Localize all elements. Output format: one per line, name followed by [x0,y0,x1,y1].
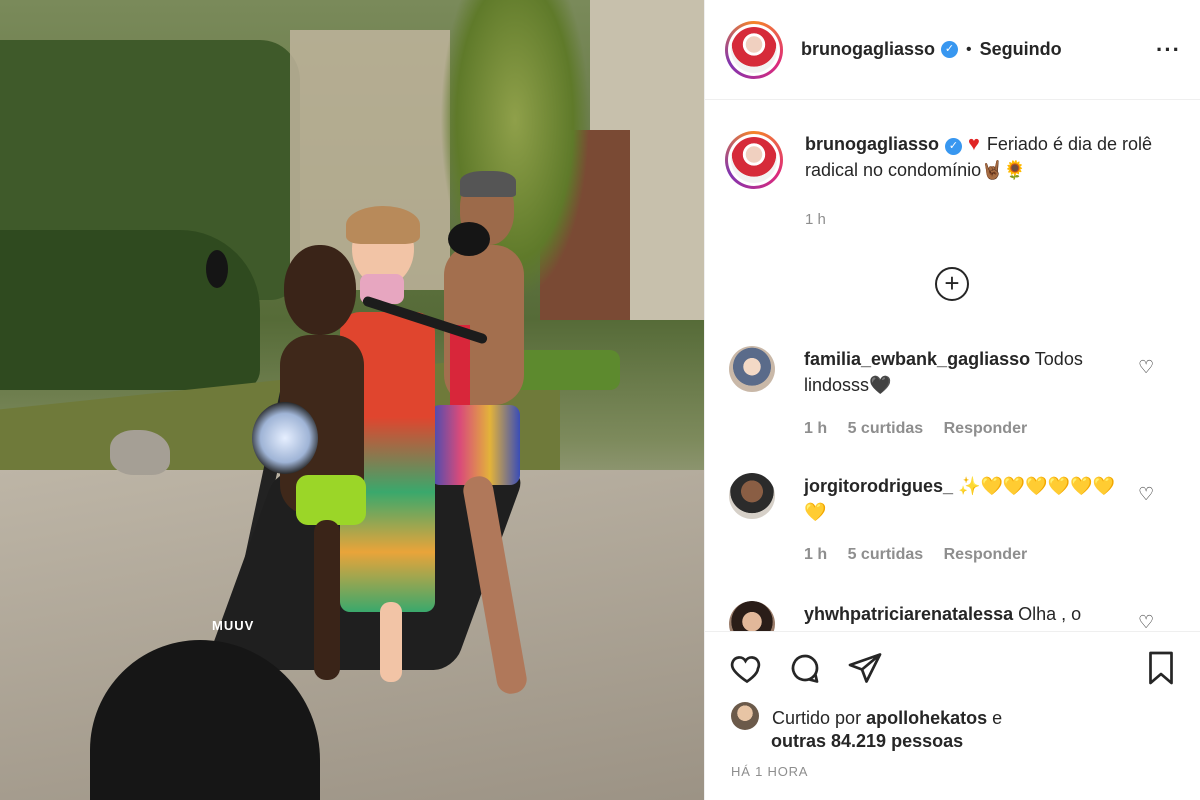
send-outline-svg [848,653,882,683]
man-leg [461,474,529,696]
load-more-comments-icon[interactable]: + [935,267,969,301]
likes-others-line: outras 84.219 pessoas [771,728,963,754]
comment-avatar[interactable] [729,601,775,631]
scooter-brand-label: MUUV [212,618,255,633]
scooter-mirror-left [206,250,228,288]
boy-leg [314,520,340,680]
likes-others-link[interactable]: outras 84.219 pessoas [771,731,963,751]
comment-like-icon[interactable]: ♡ [1138,485,1158,503]
comment-like-icon[interactable]: ♡ [1138,358,1158,376]
avatar-image [731,137,777,183]
man-hair [460,171,516,197]
comment-meta: 1 h 5 curtidas Responder [804,420,1043,438]
instagram-post: MUUV brunogagliasso ✓ • Seguindo ··· bru… [0,0,1200,800]
avatar-image [731,26,777,73]
comment-username[interactable]: familia_ewbank_gagliasso [804,349,1030,369]
post-photo[interactable]: MUUV [0,0,704,800]
like-heart-icon[interactable] [729,650,765,686]
comment-avatar[interactable] [729,473,775,519]
comment-time[interactable]: 1 h [804,546,827,563]
author-username[interactable]: brunogagliasso [801,39,935,60]
comment-item: familia_ewbank_gagliasso Todos lindosss🖤… [725,346,1185,446]
liker-username[interactable]: apollohekatos [866,708,987,728]
comment-likes-count[interactable]: 5 curtidas [848,420,924,437]
comments-scroll-area[interactable]: brunogagliasso ✓ ♥ Feriado é dia de rolê r… [705,101,1200,631]
photo-man [430,171,529,715]
comment-item: yhwhpatriciarenatalessa Olha , o ♡ [725,601,1185,631]
girl-leg [380,602,402,682]
verified-badge-icon: ✓ [945,138,963,155]
caption-emoji: 🤘🏾🌻 [981,160,1026,180]
comment-username[interactable]: yhwhpatriciarenatalessa [804,604,1013,624]
avatar-inner [728,134,780,186]
comment-meta: 1 h 5 curtidas Responder [804,546,1043,564]
comment-reply-button[interactable]: Responder [944,420,1028,437]
red-heart-icon: ♥ [968,133,980,155]
liker-avatar[interactable] [731,702,759,730]
heart-outline-svg [730,656,761,684]
comment-item: jorgitorodrigues_ ✨💛💛💛💛💛💛💛 ♡ 1 h 5 curti… [725,473,1185,573]
save-bookmark-icon[interactable] [1143,650,1179,686]
comment-text-block: familia_ewbank_gagliasso Todos lindosss🖤 [804,346,1134,398]
comment-like-icon[interactable]: ♡ [1138,613,1158,631]
boy-shorts [296,475,366,525]
separator-dot: • [966,40,972,58]
scooter-mirror-right [448,222,490,256]
post-actions-section: Curtido por apollohekatos e outras 84.21… [705,631,1200,800]
share-send-icon[interactable] [847,650,883,686]
comment-avatar[interactable] [729,346,775,392]
comment-reply-button[interactable]: Responder [944,546,1028,563]
avatar-inner [728,23,780,76]
likes-connector: e [992,708,1003,728]
author-avatar[interactable] [725,20,783,79]
photo-rock [110,430,170,475]
post-header: brunogagliasso ✓ • Seguindo ··· [705,0,1200,100]
caption-author-avatar[interactable] [725,131,783,189]
action-icon-bar [729,650,1179,690]
post-caption: brunogagliasso ✓ ♥ Feriado é dia de rolê r… [725,131,1185,189]
girl-hair [346,206,420,244]
verified-badge-icon: ✓ [941,41,959,58]
more-options-icon[interactable]: ··· [1156,37,1181,63]
comment-time[interactable]: 1 h [804,420,827,437]
comment-text-block: jorgitorodrigues_ ✨💛💛💛💛💛💛💛 [804,473,1134,525]
man-shorts [430,405,520,485]
caption-text-block: brunogagliasso ✓ ♥ Feriado é dia de rolê r… [805,131,1175,189]
post-timestamp[interactable]: HÁ 1 HORA [731,764,808,779]
boy-head [284,245,356,335]
scooter-headlight [252,402,318,474]
comment-username[interactable]: jorgitorodrigues_ [804,476,953,496]
caption-username[interactable]: brunogagliasso [805,134,939,154]
likes-summary: Curtido por apollohekatos e outras 84.21… [731,702,1171,751]
bookmark-outline-svg [1149,651,1173,685]
comment-likes-count[interactable]: 5 curtidas [848,546,924,563]
comment-text-block: yhwhpatriciarenatalessa Olha , o [804,601,1134,627]
post-details-panel: brunogagliasso ✓ • Seguindo ··· brunogag… [704,0,1200,800]
likes-prefix: Curtido por [772,708,862,728]
caption-time[interactable]: 1 h [805,211,826,228]
comment-bubble-icon[interactable] [787,650,823,686]
comment-text: Olha , o [1018,604,1082,624]
follow-status-button[interactable]: Seguindo [980,39,1062,60]
comment-outline-svg [791,654,819,683]
